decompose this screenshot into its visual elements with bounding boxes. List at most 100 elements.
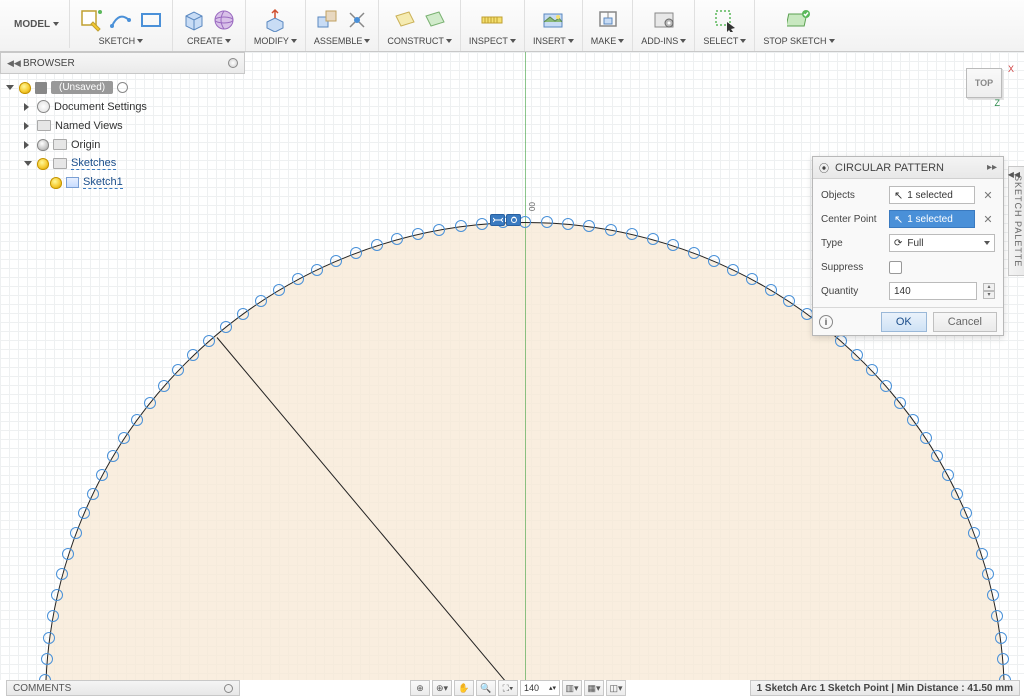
- toolbar-label-sketch[interactable]: SKETCH: [99, 36, 144, 46]
- expand-icon[interactable]: [24, 140, 33, 149]
- pattern-instance[interactable]: [87, 488, 99, 500]
- insert-icon[interactable]: [540, 7, 566, 33]
- zoom-icon[interactable]: 🔍: [476, 680, 496, 696]
- addins-icon[interactable]: [651, 7, 677, 33]
- toolbar-label-insert[interactable]: INSERT: [533, 36, 574, 46]
- pattern-instance[interactable]: [118, 432, 130, 444]
- pattern-instance[interactable]: [107, 450, 119, 462]
- viewcube[interactable]: X TOP Z: [960, 60, 1014, 108]
- toolbar-label-inspect[interactable]: INSPECT: [469, 36, 516, 46]
- cancel-button[interactable]: Cancel: [933, 312, 997, 332]
- circular-pattern-dialog[interactable]: ⦿ CIRCULAR PATTERN ▸▸ Objects ↖1 selecte…: [812, 156, 1004, 336]
- tree-item-sketches[interactable]: Sketches: [2, 154, 243, 173]
- pattern-instance[interactable]: [688, 247, 700, 259]
- toolbar-label-stop[interactable]: STOP SKETCH: [763, 36, 834, 46]
- 3dprint-icon[interactable]: [595, 7, 621, 33]
- quantity-spinner[interactable]: ▴▾: [983, 283, 995, 299]
- toolbar-label-assemble[interactable]: ASSEMBLE: [314, 36, 371, 46]
- pattern-instance[interactable]: [433, 224, 445, 236]
- dialog-title-bar[interactable]: ⦿ CIRCULAR PATTERN ▸▸: [813, 157, 1003, 179]
- viewcube-face[interactable]: TOP: [966, 68, 1002, 98]
- pattern-instance[interactable]: [144, 397, 156, 409]
- pattern-instance[interactable]: [626, 228, 638, 240]
- orbit2-icon[interactable]: ⊕▾: [432, 680, 452, 696]
- pattern-instance[interactable]: [982, 568, 994, 580]
- pin-icon[interactable]: ▸▸: [987, 162, 997, 173]
- display-icon[interactable]: ▥▾: [562, 680, 582, 696]
- pattern-instance[interactable]: [968, 527, 980, 539]
- pattern-instance[interactable]: [708, 255, 720, 267]
- pan-icon[interactable]: ✋: [454, 680, 474, 696]
- toolbar-label-modify[interactable]: MODIFY: [254, 36, 297, 46]
- pattern-instance[interactable]: [43, 632, 55, 644]
- fit-icon[interactable]: ⛶▾: [498, 680, 518, 696]
- assemble-icon[interactable]: [314, 7, 340, 33]
- pattern-instance[interactable]: [942, 469, 954, 481]
- pattern-instance[interactable]: [311, 264, 323, 276]
- pattern-instance[interactable]: [987, 589, 999, 601]
- bulb-icon[interactable]: [50, 177, 62, 189]
- viewport-icon[interactable]: ◫▾: [606, 680, 626, 696]
- tree-root[interactable]: (Unsaved): [2, 78, 243, 97]
- pattern-instance[interactable]: [920, 432, 932, 444]
- pattern-instance[interactable]: [851, 349, 863, 361]
- pattern-instance[interactable]: [605, 224, 617, 236]
- pattern-instance[interactable]: [995, 632, 1007, 644]
- comments-bar[interactable]: COMMENTS: [6, 680, 240, 696]
- pattern-instance[interactable]: [41, 653, 53, 665]
- pattern-instance[interactable]: [991, 610, 1003, 622]
- pattern-instance[interactable]: [255, 295, 267, 307]
- orbit-icon[interactable]: ⊕: [410, 680, 430, 696]
- pattern-instance[interactable]: [476, 218, 488, 230]
- pattern-instance[interactable]: [47, 610, 59, 622]
- select-icon[interactable]: [712, 7, 738, 33]
- objects-selection[interactable]: ↖1 selected: [889, 186, 975, 204]
- pattern-instance[interactable]: [647, 233, 659, 245]
- info-icon[interactable]: i: [819, 315, 833, 329]
- tree-item-views[interactable]: Named Views: [2, 116, 243, 135]
- pattern-instance[interactable]: [960, 507, 972, 519]
- pattern-instance[interactable]: [894, 397, 906, 409]
- pattern-instance[interactable]: [541, 216, 553, 228]
- nav-value-input[interactable]: 140▴▾: [520, 680, 560, 696]
- pattern-instance[interactable]: [931, 450, 943, 462]
- pattern-instance[interactable]: [562, 218, 574, 230]
- tree-item-sketch1[interactable]: Sketch1: [2, 173, 243, 192]
- tree-item-origin[interactable]: Origin: [2, 135, 243, 154]
- bulb-icon[interactable]: [37, 139, 49, 151]
- workspace-selector[interactable]: MODEL: [4, 0, 70, 48]
- toolbar-label-construct[interactable]: CONSTRUCT: [387, 36, 452, 46]
- bulb-icon[interactable]: [37, 158, 49, 170]
- tree-item-doc[interactable]: Document Settings: [2, 97, 243, 116]
- plane-icon[interactable]: [392, 7, 418, 33]
- pattern-instance[interactable]: [997, 653, 1009, 665]
- pattern-instance[interactable]: [976, 548, 988, 560]
- pattern-instance[interactable]: [273, 284, 285, 296]
- eye-icon[interactable]: [117, 82, 128, 93]
- pattern-handle[interactable]: [490, 214, 521, 226]
- clear-objects-icon[interactable]: ✕: [981, 189, 995, 202]
- pattern-instance[interactable]: [96, 469, 108, 481]
- pattern-instance[interactable]: [131, 414, 143, 426]
- pattern-instance[interactable]: [70, 527, 82, 539]
- clear-center-icon[interactable]: ✕: [981, 213, 995, 226]
- grid-display-icon[interactable]: ▦▾: [584, 680, 604, 696]
- toolbar-label-addins[interactable]: ADD-INS: [641, 36, 686, 46]
- toolbar-label-create[interactable]: CREATE: [187, 36, 231, 46]
- toolbar-label-make[interactable]: MAKE: [591, 36, 625, 46]
- sketch-palette-tab[interactable]: SKETCH PALETTE: [1008, 166, 1024, 276]
- bulb-icon[interactable]: [19, 82, 31, 94]
- pattern-instance[interactable]: [951, 488, 963, 500]
- pattern-instance[interactable]: [220, 321, 232, 333]
- sphere-icon[interactable]: [211, 7, 237, 33]
- sketch-create-icon[interactable]: [78, 7, 104, 33]
- stop-sketch-icon[interactable]: [786, 7, 812, 33]
- pattern-instance[interactable]: [237, 308, 249, 320]
- browser-header[interactable]: ◀◀ BROWSER: [0, 52, 245, 74]
- box-icon[interactable]: [181, 7, 207, 33]
- presspull-icon[interactable]: [262, 7, 288, 33]
- pattern-instance[interactable]: [158, 380, 170, 392]
- comments-options-icon[interactable]: [224, 684, 233, 693]
- pattern-instance[interactable]: [907, 414, 919, 426]
- pattern-instance[interactable]: [330, 255, 342, 267]
